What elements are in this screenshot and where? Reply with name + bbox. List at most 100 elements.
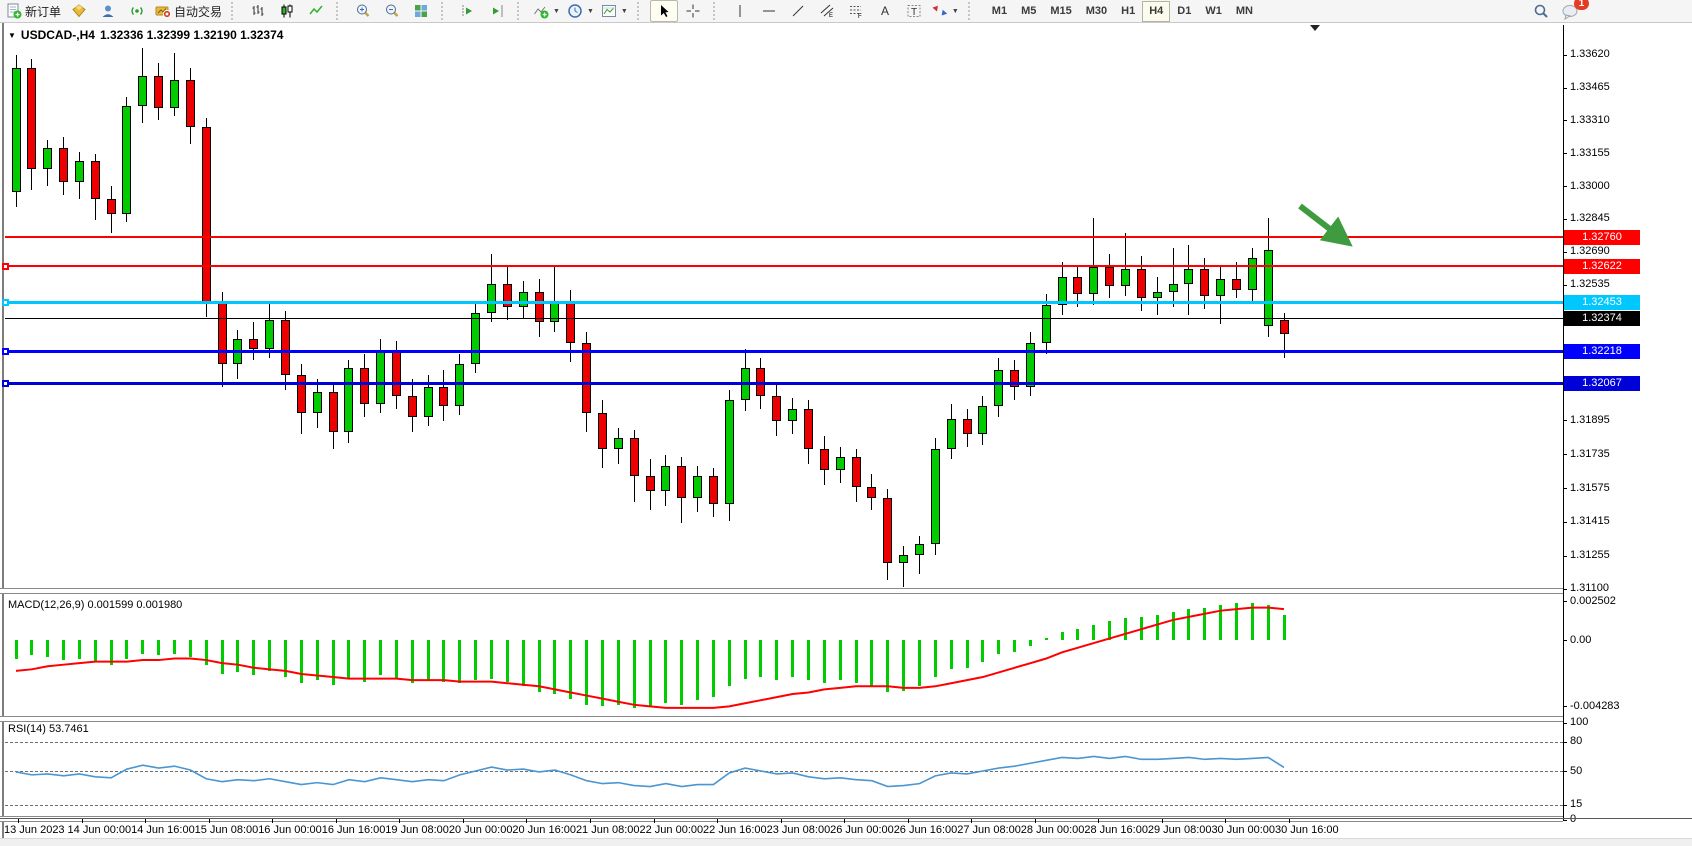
zoom-in-button[interactable] — [349, 0, 377, 22]
rsi-axis-label: 15 — [1570, 798, 1582, 810]
candle-body — [439, 387, 448, 406]
arrows-button[interactable]: ▼ — [929, 0, 962, 22]
candle-body — [725, 400, 734, 504]
candle-body — [281, 320, 290, 375]
candle-body — [12, 68, 21, 193]
chart-shift-marker[interactable] — [1310, 25, 1320, 31]
main-macd-separator[interactable] — [0, 588, 1563, 594]
fibonacci-button[interactable]: F — [842, 0, 870, 22]
time-axis-label: 28 Jun 00:00 — [1021, 824, 1085, 836]
funds-button[interactable] — [65, 0, 93, 22]
auto-scroll-button[interactable] — [483, 0, 511, 22]
search-button[interactable] — [1527, 0, 1555, 22]
crosshair-button[interactable] — [679, 0, 707, 22]
candle-body — [772, 396, 781, 421]
price-axis-label: 1.31255 — [1570, 549, 1610, 561]
macd-histogram-bar — [141, 640, 144, 654]
rsi-level-line — [5, 805, 1563, 806]
axis-tick — [1563, 805, 1567, 806]
candle-body — [59, 148, 68, 182]
timeframe-button-m5[interactable]: M5 — [1014, 1, 1043, 22]
trendline-button[interactable] — [784, 0, 812, 22]
horizontal-line-button[interactable] — [755, 0, 783, 22]
macd-histogram-bar — [1045, 638, 1048, 640]
algo-trading-button[interactable]: 自动交易 — [152, 0, 225, 22]
macd-histogram-bar — [300, 640, 303, 683]
tile-windows-button[interactable] — [407, 0, 435, 22]
price-tag: 1.32218 — [1564, 344, 1640, 359]
toolbar-separator — [231, 2, 240, 20]
line-handle[interactable] — [2, 263, 9, 270]
candle-body — [1264, 250, 1273, 326]
timeframe-button-h4[interactable]: H4 — [1142, 1, 1170, 22]
timeframe-button-m15[interactable]: M15 — [1043, 1, 1078, 22]
timeframe-button-m30[interactable]: M30 — [1079, 1, 1114, 22]
chart-shift-button[interactable] — [454, 0, 482, 22]
price-axis-label: 1.31895 — [1570, 414, 1610, 426]
macd-histogram-bar — [474, 640, 477, 680]
macd-rsi-separator[interactable] — [0, 716, 1563, 722]
signal-button[interactable] — [123, 0, 151, 22]
candle-body — [899, 555, 908, 563]
candle-body — [646, 476, 655, 491]
label-button[interactable]: T — [900, 0, 928, 22]
candle-body — [408, 396, 417, 417]
horizontal-line-1.32622[interactable] — [5, 265, 1563, 267]
line-handle[interactable] — [2, 380, 9, 387]
horizontal-line-1.32374[interactable] — [5, 318, 1563, 319]
time-axis-tick — [971, 819, 972, 823]
timeframe-button-d1[interactable]: D1 — [1170, 1, 1198, 22]
time-axis-label: 22 Jun 16:00 — [703, 824, 767, 836]
macd-histogram-bar — [46, 640, 49, 657]
horizontal-line-1.32760[interactable] — [5, 236, 1563, 238]
candlestick-chart-icon — [279, 3, 295, 19]
macd-axis-label: 0.002502 — [1570, 595, 1616, 607]
horizontal-line-1.32218[interactable] — [5, 350, 1563, 353]
line-handle[interactable] — [2, 348, 9, 355]
svg-text:E: E — [829, 13, 833, 19]
timeframe-button-m1[interactable]: M1 — [985, 1, 1014, 22]
time-axis-label: 20 Jun 00:00 — [449, 824, 513, 836]
periods-button[interactable]: ▼ — [564, 0, 597, 22]
zoom-out-button[interactable] — [378, 0, 406, 22]
time-axis-tick — [781, 819, 782, 823]
horizontal-line-1.32453[interactable] — [5, 301, 1563, 304]
candle-body — [265, 320, 274, 350]
line-chart-button[interactable] — [302, 0, 330, 22]
templates-button[interactable]: ▼ — [598, 0, 631, 22]
macd-histogram-bar — [221, 640, 224, 674]
macd-histogram-bar — [363, 640, 366, 682]
bar-chart-button[interactable] — [244, 0, 272, 22]
toolbar-separator — [968, 2, 977, 20]
timeframe-button-h1[interactable]: H1 — [1114, 1, 1142, 22]
timeframe-button-mn[interactable]: MN — [1229, 1, 1260, 22]
indicators-button[interactable]: ▼ — [530, 0, 563, 22]
time-axis-label: 19 Jun 08:00 — [385, 824, 449, 836]
candle-body — [836, 457, 845, 470]
horizontal-line-1.32067[interactable] — [5, 382, 1563, 385]
equidistant-channel-button[interactable]: E — [813, 0, 841, 22]
timeframe-button-w1[interactable]: W1 — [1198, 1, 1229, 22]
new-order-label: 新订单 — [25, 3, 61, 20]
macd-histogram-bar — [411, 640, 414, 683]
community-button[interactable] — [94, 0, 122, 22]
notifications-button[interactable]: 1 — [1556, 0, 1584, 22]
new-order-icon — [6, 3, 22, 19]
cursor-button[interactable] — [650, 0, 678, 22]
price-axis-label: 1.33000 — [1570, 180, 1610, 192]
chart-area[interactable]: ▼ USDCAD-,H4 1.32336 1.32399 1.32190 1.3… — [0, 23, 1692, 846]
macd-histogram-bar — [252, 640, 255, 675]
line-handle[interactable] — [2, 299, 9, 306]
toolbar-separator — [713, 2, 722, 20]
new-order-button[interactable]: 新订单 — [3, 0, 64, 22]
macd-histogram-bar — [1172, 612, 1175, 640]
vertical-line-button[interactable] — [726, 0, 754, 22]
candlestick-chart-button[interactable] — [273, 0, 301, 22]
rsi-indicator-label: RSI(14) 53.7461 — [8, 723, 89, 735]
macd-histogram-bar — [284, 640, 287, 677]
text-button[interactable]: A — [871, 0, 899, 22]
bar-chart-icon — [250, 3, 266, 19]
macd-histogram-bar — [1203, 608, 1206, 640]
candle-body — [313, 392, 322, 413]
rsi-axis-label: 80 — [1570, 735, 1582, 747]
